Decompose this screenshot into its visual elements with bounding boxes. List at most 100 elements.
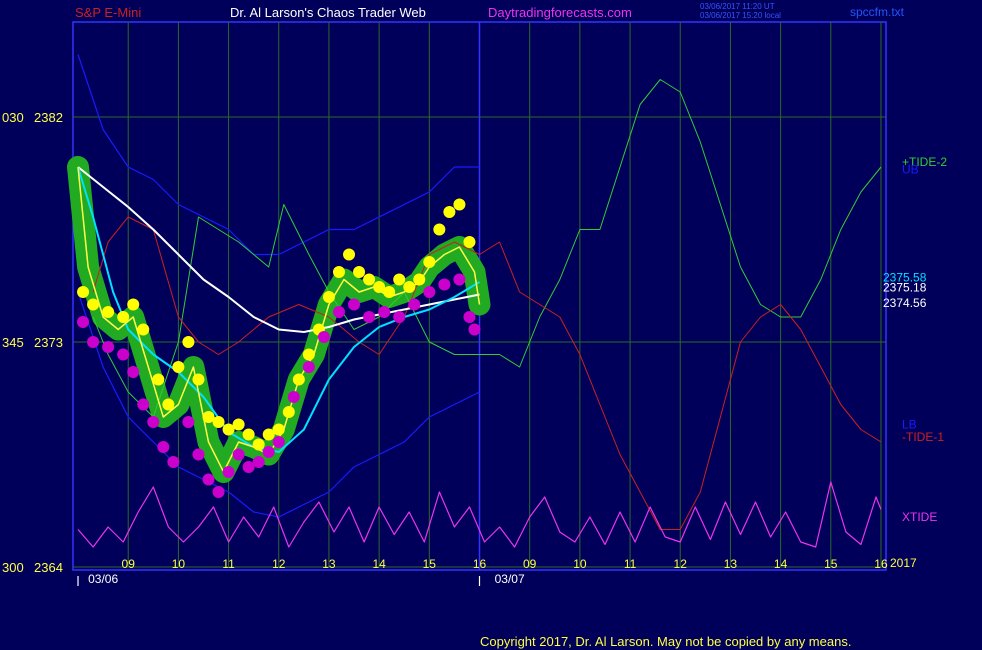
low-dot [167, 456, 180, 468]
high-dot [232, 418, 245, 431]
low-dot [192, 448, 205, 461]
x-tick-label: 11 [624, 557, 637, 571]
high-dot [162, 398, 175, 411]
file-name: spccfm.txt [850, 5, 905, 19]
x-tick-label: 11 [222, 557, 235, 571]
high-dot [322, 291, 335, 303]
x-tick-label: 13 [322, 557, 336, 571]
low-dot [127, 366, 140, 378]
high-dot [423, 256, 436, 268]
high-dot [77, 286, 90, 298]
legend-label: XTIDE [902, 510, 937, 524]
x-tick-label: 14 [774, 557, 788, 571]
high-dot [182, 336, 195, 348]
low-dot [423, 286, 436, 298]
low-dot [202, 473, 215, 486]
high-dot [403, 281, 416, 293]
high-dot [413, 273, 426, 286]
high-dot [353, 266, 366, 278]
high-dot [127, 298, 140, 311]
y-tick-prefix: 030 [2, 110, 24, 125]
low-dot [378, 306, 391, 318]
low-dot [102, 341, 115, 353]
low-dot [348, 298, 361, 311]
high-dot [292, 373, 305, 386]
low-dot [117, 348, 130, 361]
timestamp-ut: 03/06/2017 11:20 UT [700, 2, 775, 11]
date-label: 03/07 [495, 572, 525, 586]
y-tick-prefix: 345 [2, 335, 24, 350]
high-dot [137, 323, 150, 336]
timestamp-local: 03/06/2017 15:20 local [700, 11, 781, 20]
high-dot [282, 406, 295, 418]
value-label: 2375.18 [883, 281, 927, 295]
x-tick-label: 09 [523, 557, 537, 571]
high-dot [363, 273, 376, 286]
low-dot [317, 331, 330, 343]
low-dot [77, 316, 90, 328]
low-dot [137, 398, 150, 411]
legend-label: UB [902, 163, 919, 177]
high-dot [272, 423, 285, 436]
year-label: 2017 [890, 556, 917, 570]
symbol-title: S&P E-Mini [75, 5, 141, 20]
high-dot [383, 286, 396, 298]
high-dot [242, 428, 255, 441]
x-tick-label: 10 [573, 557, 587, 571]
low-dot [463, 311, 476, 323]
y-tick-label: 2364 [34, 560, 63, 575]
low-dot [393, 311, 406, 323]
low-dot [408, 298, 421, 311]
low-dot [438, 278, 451, 291]
low-dot [182, 416, 195, 428]
tide2-line [92, 79, 882, 418]
legend-label: -TIDE-1 [902, 430, 944, 444]
high-dot [433, 223, 446, 236]
x-tick-label: 16 [874, 557, 888, 571]
low-dot [222, 466, 235, 478]
high-dot [87, 298, 100, 311]
low-dot [87, 336, 100, 348]
x-tick-label: 15 [824, 557, 838, 571]
high-dot [117, 311, 130, 323]
high-dot [212, 416, 225, 428]
x-tick-label: 12 [674, 557, 688, 571]
high-dot [463, 236, 476, 248]
y-tick-prefix: 300 [2, 560, 24, 575]
high-dot [332, 266, 345, 278]
x-tick-label: 13 [724, 557, 738, 571]
copyright: Copyright 2017, Dr. Al Larson. May not b… [480, 634, 851, 649]
low-dot [232, 448, 245, 461]
high-dot [252, 438, 265, 451]
date-label: 03/06 [88, 572, 118, 586]
high-dot [453, 198, 466, 211]
low-dot [287, 391, 300, 403]
x-tick-label: 16 [473, 557, 487, 571]
high-dot [152, 373, 165, 386]
y-tick-label: 2382 [34, 110, 63, 125]
site-title: Daytradingforecasts.com [488, 5, 632, 20]
low-dot [157, 441, 170, 453]
high-dot [443, 206, 456, 218]
high-dot [192, 373, 205, 386]
low-dot [302, 361, 315, 373]
high-dot [102, 306, 115, 318]
x-tick-label: 09 [122, 557, 136, 571]
low-dot [332, 306, 345, 318]
y-tick-label: 2373 [34, 335, 63, 350]
author-title: Dr. Al Larson's Chaos Trader Web [230, 5, 426, 20]
chart-canvas: 030 2382 345 2373 300 2364 09 10 11 12 13 14 15 16 09 1… [2, 2, 947, 649]
high-dot [343, 248, 356, 261]
low-dot [272, 436, 285, 448]
low-dot [363, 311, 376, 323]
high-dot [393, 273, 406, 286]
x-tick-label: 15 [423, 557, 437, 571]
high-dot [302, 348, 315, 361]
low-dot [252, 456, 265, 468]
low-dot [147, 416, 160, 428]
low-dot [212, 486, 225, 498]
x-tick-label: 14 [372, 557, 386, 571]
x-tick-label: 12 [272, 557, 286, 571]
x-tick-label: 10 [172, 557, 186, 571]
low-dot [453, 273, 466, 286]
